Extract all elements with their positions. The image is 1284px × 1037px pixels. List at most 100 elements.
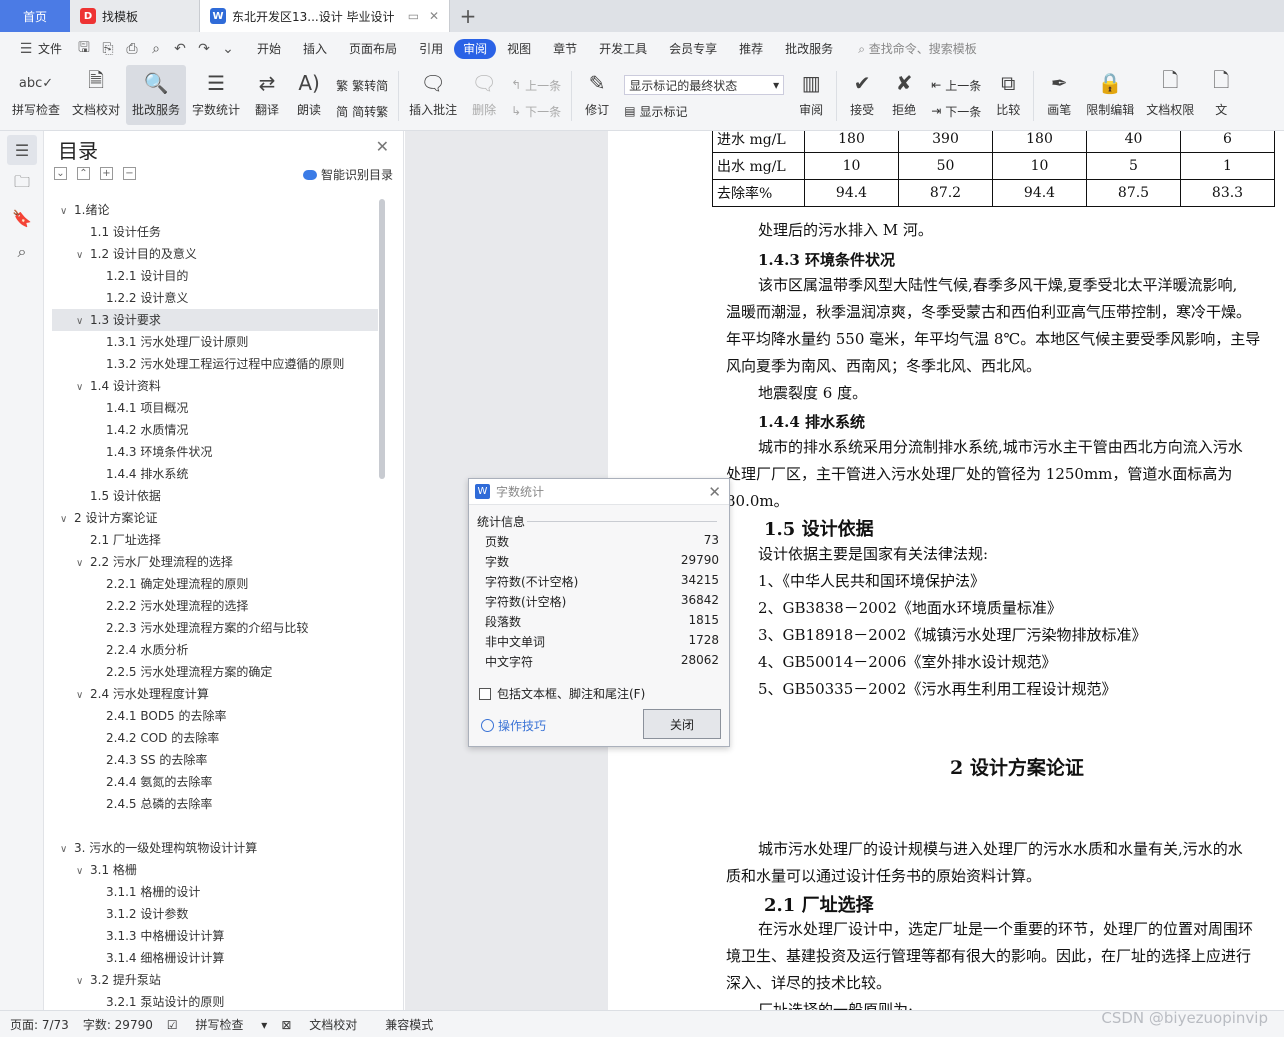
toc-item[interactable]: 2.4.5 总磷的去除率 (52, 793, 378, 815)
review-pane-button[interactable]: ▥ 审阅 (790, 65, 832, 125)
proof-status[interactable]: ⊠ 文档校对 (281, 1016, 371, 1033)
command-search[interactable]: ⌕ 查找命令、搜索模板 (858, 40, 977, 57)
restrict-editing-button[interactable]: 🔒 限制编辑 (1080, 65, 1140, 125)
toc-item[interactable]: 1.4.1 项目概况 (52, 397, 378, 419)
trad-to-simp-button[interactable]: 繁繁转简 (336, 75, 388, 95)
toc-item[interactable]: 1.5 设计依据 (52, 485, 378, 507)
toc-item[interactable]: 2.4.4 氨氮的去除率 (52, 771, 378, 793)
review-service-button[interactable]: 🔍 批改服务 (126, 65, 187, 125)
chevron-down-icon[interactable]: ∨ (76, 685, 90, 707)
toc-item[interactable]: 1.4.3 环境条件状况 (52, 441, 378, 463)
chevron-down-icon[interactable]: ∨ (76, 553, 90, 575)
toc-scrollbar[interactable] (379, 199, 385, 479)
close-tab-icon[interactable]: ✕ (429, 9, 439, 23)
chevron-down-icon[interactable]: ∨ (76, 245, 90, 267)
chevron-down-icon[interactable]: ∨ (76, 861, 90, 883)
delete-comment-button[interactable]: 🗨 删除 (463, 65, 505, 125)
search-icon[interactable]: ⌕ (7, 237, 37, 267)
menu-member[interactable]: 会员专享 (658, 39, 728, 59)
toc-item[interactable]: 1.3.1 污水处理厂设计原则 (52, 331, 378, 353)
toc-item[interactable]: 2.4.3 SS 的去除率 (52, 749, 378, 771)
compare-button[interactable]: ⧉ 比较 (987, 65, 1029, 125)
toc-item[interactable]: ∨ 2 设计方案论证 (52, 507, 378, 529)
word-count-button[interactable]: ☰ 字数统计 (186, 65, 246, 125)
include-textbox-checkbox[interactable]: 包括文本框、脚注和尾注(F) (479, 685, 645, 702)
toc-item[interactable] (52, 815, 378, 837)
toc-item[interactable]: 2.2.4 水质分析 (52, 639, 378, 661)
menu-layout[interactable]: 页面布局 (338, 39, 408, 59)
tab-home[interactable]: 首页 (0, 0, 70, 32)
checkbox-box[interactable] (479, 687, 491, 700)
translate-button[interactable]: ⇄ 翻译 (246, 65, 288, 125)
chevron-down-icon[interactable]: ∨ (76, 971, 90, 993)
close-button[interactable]: 关闭 (643, 709, 721, 739)
toc-item[interactable]: 1.2.2 设计意义 (52, 287, 378, 309)
menu-review[interactable]: 审阅 (454, 38, 497, 59)
prev-change-button[interactable]: ⇤ 上一条 (931, 75, 981, 95)
menu-correction[interactable]: 批改服务 (774, 39, 844, 59)
tab-templates[interactable]: D 找模板 (70, 0, 200, 32)
menu-section[interactable]: 章节 (542, 39, 588, 59)
next-comment-button[interactable]: ↳ 下一条 (511, 101, 561, 121)
minus-icon[interactable]: − (123, 167, 136, 180)
page-indicator[interactable]: 页面: 7/73 (10, 1016, 69, 1033)
toc-item[interactable]: 2.2.2 污水处理流程的选择 (52, 595, 378, 617)
chevron-down-icon[interactable]: ∨ (60, 509, 74, 531)
toc-item[interactable]: ∨ 1.4 设计资料 (52, 375, 378, 397)
toc-item[interactable]: 1.4.4 排水系统 (52, 463, 378, 485)
menu-recommend[interactable]: 推荐 (728, 39, 774, 59)
menu-insert[interactable]: 插入 (292, 39, 338, 59)
doc-proof-button[interactable]: 🗎 文档校对 (66, 65, 126, 125)
toc-item[interactable]: ∨ 2.4 污水处理程度计算 (52, 683, 378, 705)
more-ribbon-button[interactable]: 🗋 文 (1200, 65, 1242, 125)
markup-dropdown[interactable]: 显示标记的最终状态 ▾ (624, 75, 785, 95)
toc-item[interactable]: 1.2.1 设计目的 (52, 265, 378, 287)
toc-item[interactable]: 2.2.3 污水处理流程方案的介绍与比较 (52, 617, 378, 639)
menu-hamburger-icon[interactable]: ☰ (14, 39, 38, 59)
menu-devtools[interactable]: 开发工具 (588, 39, 658, 59)
toc-item[interactable]: ∨ 1.绪论 (52, 199, 378, 221)
bookmark-icon[interactable]: 🔖 (7, 203, 37, 233)
smart-toc-button[interactable]: 智能识别目录 (302, 166, 393, 183)
next-change-button[interactable]: ⇥ 下一条 (931, 101, 981, 121)
menu-file[interactable]: 文件 (38, 40, 62, 57)
toc-item[interactable]: 2.4.1 BOD5 的去除率 (52, 705, 378, 727)
toc-item[interactable]: 1.1 设计任务 (52, 221, 378, 243)
chevron-down-icon[interactable]: ∨ (60, 201, 74, 223)
undo-icon[interactable]: ↶ (168, 39, 192, 59)
print-icon[interactable]: ⎙ (120, 39, 144, 59)
simp-to-trad-button[interactable]: 简简转繁 (336, 101, 388, 121)
close-icon[interactable]: ✕ (376, 137, 389, 156)
toc-item[interactable]: 3.1.2 设计参数 (52, 903, 378, 925)
read-aloud-button[interactable]: A) 朗读 (288, 65, 330, 125)
toc-item[interactable]: 3.2.1 泵站设计的原则 (52, 991, 378, 1010)
prev-comment-button[interactable]: ↰ 上一条 (511, 75, 561, 95)
toc-item[interactable]: ∨ 2.2 污水厂处理流程的选择 (52, 551, 378, 573)
toc-item[interactable]: ∨ 3. 污水的一级处理构筑物设计计算 (52, 837, 378, 859)
export-pdf-icon[interactable]: ⎘ (96, 39, 120, 59)
dialog-titlebar[interactable]: W 字数统计 (469, 479, 729, 505)
doc-permission-button[interactable]: 🗋 文档权限 (1140, 65, 1200, 125)
toc-item[interactable]: 3.1.1 格栅的设计 (52, 881, 378, 903)
toc-item[interactable]: ∨ 1.3 设计要求 (52, 309, 378, 331)
chevron-down-icon[interactable]: ∨ (76, 377, 90, 399)
collapse-all-icon[interactable]: ⌃ (77, 167, 90, 180)
toc-item[interactable]: 1.3.2 污水处理工程运行过程中应遵循的原则 (52, 353, 378, 375)
tab-document[interactable]: W 东北开发区13...设计 毕业设计 ▭ ✕ (200, 0, 450, 32)
menu-view[interactable]: 视图 (496, 39, 542, 59)
toc-item[interactable]: 2.4.2 COD 的去除率 (52, 727, 378, 749)
word-count-indicator[interactable]: 字数: 29790 (83, 1016, 153, 1033)
toc-item[interactable]: ∨ 1.2 设计目的及意义 (52, 243, 378, 265)
toc-item[interactable]: 3.1.3 中格栅设计计算 (52, 925, 378, 947)
reject-button[interactable]: ✘ 拒绝 (883, 65, 925, 125)
redo-icon[interactable]: ↷ (192, 39, 216, 59)
pin-icon[interactable]: ▭ (408, 9, 419, 23)
track-changes-button[interactable]: ✎ 修订 (576, 65, 618, 125)
chevron-down-icon[interactable]: ∨ (60, 839, 74, 861)
menu-start[interactable]: 开始 (246, 39, 292, 59)
tips-link[interactable]: 操作技巧 (481, 717, 546, 734)
toc-item[interactable]: ∨ 3.2 提升泵站 (52, 969, 378, 991)
section-icon[interactable]: 🗀 (7, 169, 37, 199)
toc-item[interactable]: ∨ 3.1 格栅 (52, 859, 378, 881)
pen-button[interactable]: ✒ 画笔 (1038, 65, 1080, 125)
